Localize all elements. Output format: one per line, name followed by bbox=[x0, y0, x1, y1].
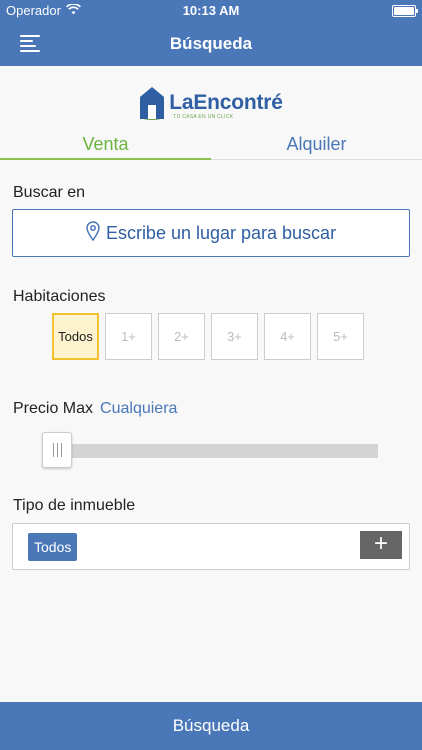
rooms-option-4[interactable]: 4+ bbox=[264, 313, 311, 360]
rooms-selector: Todos 1+ 2+ 3+ 4+ 5+ bbox=[52, 313, 364, 360]
rooms-option-3[interactable]: 3+ bbox=[211, 313, 258, 360]
property-type-chip[interactable]: Todos bbox=[28, 533, 78, 561]
navigation-bar: Búsqueda bbox=[0, 22, 422, 66]
status-bar: Operador 10:13 AM bbox=[0, 0, 422, 22]
price-row: Precio Max Cualquiera bbox=[13, 400, 177, 418]
add-property-type-button[interactable]: + bbox=[360, 531, 402, 559]
rooms-option-todos[interactable]: Todos bbox=[52, 313, 99, 360]
rooms-option-2[interactable]: 2+ bbox=[158, 313, 205, 360]
search-submit-button[interactable]: Búsqueda bbox=[0, 702, 422, 750]
price-value: Cualquiera bbox=[100, 400, 178, 417]
location-pin-icon bbox=[86, 220, 100, 246]
search-label: Buscar en bbox=[13, 184, 86, 201]
logo-tagline: TU CASA EN UN CLICK bbox=[173, 113, 234, 120]
price-label: Precio Max bbox=[13, 400, 94, 417]
price-slider[interactable] bbox=[42, 432, 378, 468]
rooms-option-1[interactable]: 1+ bbox=[105, 313, 152, 360]
app-logo: LaEncontré TU CASA EN UN CLICK bbox=[0, 86, 422, 125]
property-type-label: Tipo de inmueble bbox=[13, 497, 136, 514]
slider-thumb[interactable] bbox=[42, 432, 72, 468]
logo-name: LaEncontré bbox=[169, 90, 283, 114]
operation-tabs: Venta Alquiler bbox=[0, 130, 422, 160]
tab-venta[interactable]: Venta bbox=[0, 130, 211, 160]
slider-track[interactable] bbox=[70, 444, 378, 458]
search-placeholder: Escribe un lugar para buscar bbox=[105, 222, 337, 243]
property-type-box[interactable]: Todos + bbox=[12, 523, 410, 570]
page-title: Búsqueda bbox=[169, 34, 253, 53]
rooms-label: Habitaciones bbox=[13, 288, 106, 305]
status-time: 10:13 AM bbox=[182, 3, 240, 18]
location-search-input[interactable]: Escribe un lugar para buscar bbox=[12, 209, 410, 257]
house-icon bbox=[139, 86, 165, 125]
rooms-option-5[interactable]: 5+ bbox=[317, 313, 364, 360]
tab-alquiler[interactable]: Alquiler bbox=[211, 130, 422, 160]
battery-icon bbox=[392, 5, 418, 17]
